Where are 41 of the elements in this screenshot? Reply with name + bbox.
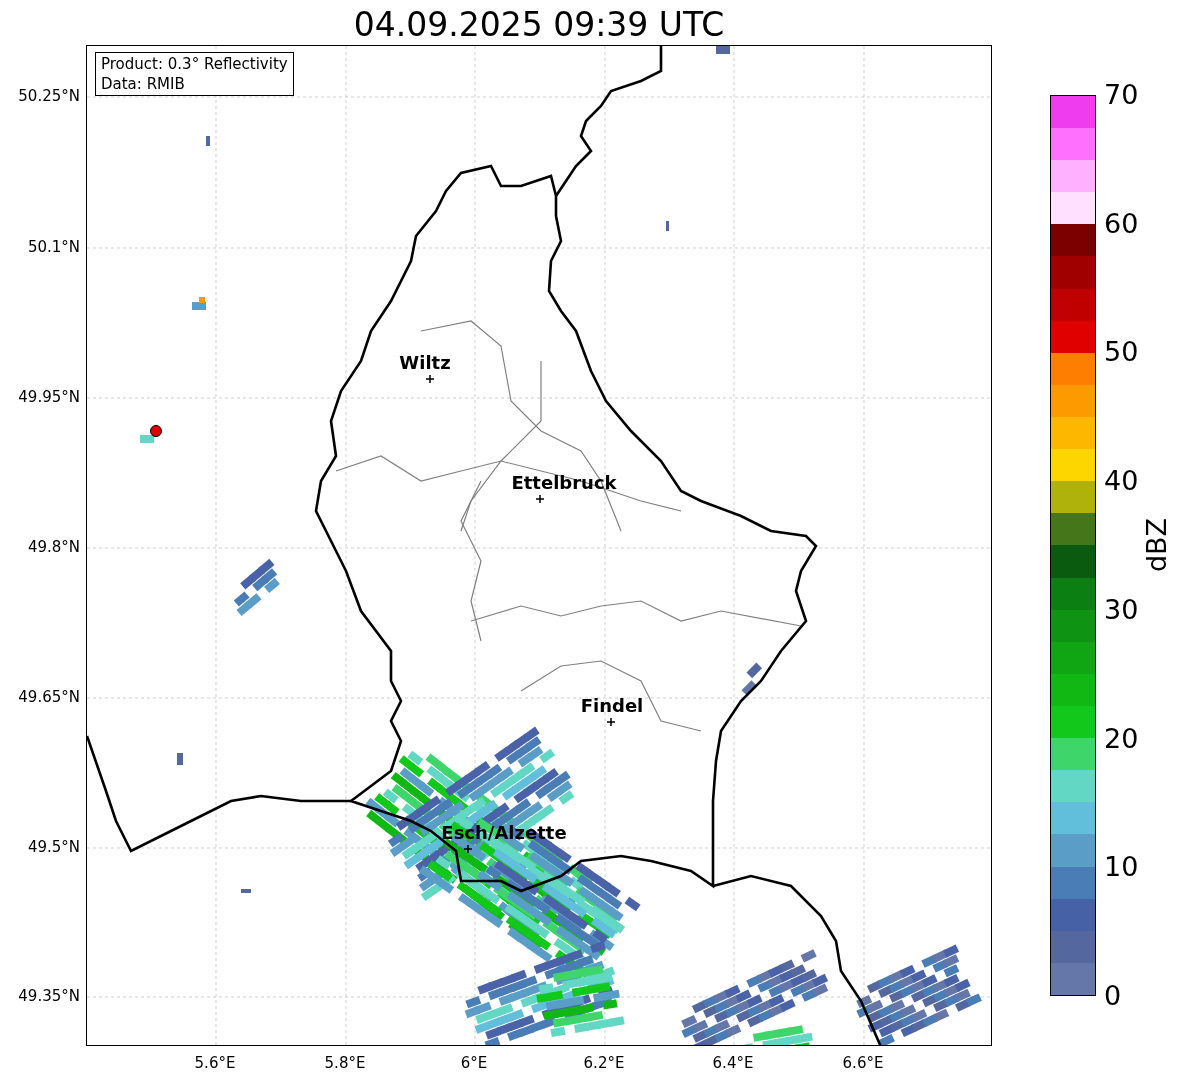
city-marker-icon (425, 374, 435, 384)
city-marker-icon (463, 844, 473, 854)
longitude-tick-label: 5.6°E (193, 1054, 237, 1072)
colorbar-tick-label: 50 (1104, 337, 1139, 368)
longitude-tick-label: 6°E (459, 1054, 489, 1072)
longitude-tick-label: 6.2°E (582, 1054, 626, 1072)
info-text: Data: RMIB (101, 74, 186, 94)
radar-echo (241, 889, 251, 893)
colorbar-tick-label: 30 (1104, 594, 1139, 625)
colorbar-tick-label: 60 (1104, 208, 1139, 239)
latitude-tick-label: 49.8°N (26, 538, 80, 556)
city-label: Wiltz (399, 353, 451, 373)
radar-site-marker (150, 425, 162, 437)
city-marker-icon (606, 717, 616, 727)
colorbar-tick-label: 0 (1104, 981, 1122, 1011)
latitude-tick-label: 49.95°N (17, 388, 80, 406)
latitude-tick-label: 50.25°N (17, 87, 80, 105)
longitude-tick-label: 6.6°E (841, 1054, 885, 1072)
radar-echo (140, 435, 154, 443)
city-marker-icon (535, 494, 545, 504)
latitude-tick-label: 50.1°N (26, 238, 80, 256)
radar-echo (716, 46, 730, 54)
latitude-tick-label: 49.35°N (17, 987, 80, 1005)
colorbar-tick-label: 20 (1104, 723, 1139, 754)
radar-echo (666, 221, 669, 231)
chart-title: 04.09.2025 09:39 UTC (352, 4, 726, 46)
city-label: Ettelbruck (511, 473, 617, 493)
radar-echo (233, 558, 280, 617)
latitude-tick-label: 49.5°N (26, 838, 80, 856)
colorbar-label: dBZ (1142, 517, 1173, 573)
longitude-tick-label: 5.8°E (323, 1054, 367, 1072)
city-label: Findel (580, 696, 644, 716)
latitude-tick-label: 49.65°N (17, 688, 80, 706)
radar-echo (177, 753, 183, 765)
colorbar-tick-label: 70 (1104, 80, 1139, 110)
colorbar-tick-label: 40 (1104, 466, 1139, 497)
radar-echo (206, 136, 210, 146)
colorbar-tick-label: 10 (1104, 852, 1139, 883)
radar-echo (741, 662, 763, 696)
longitude-tick-label: 6.4°E (711, 1054, 755, 1072)
info-text: Product: 0.3° Reflectivity (101, 54, 288, 74)
